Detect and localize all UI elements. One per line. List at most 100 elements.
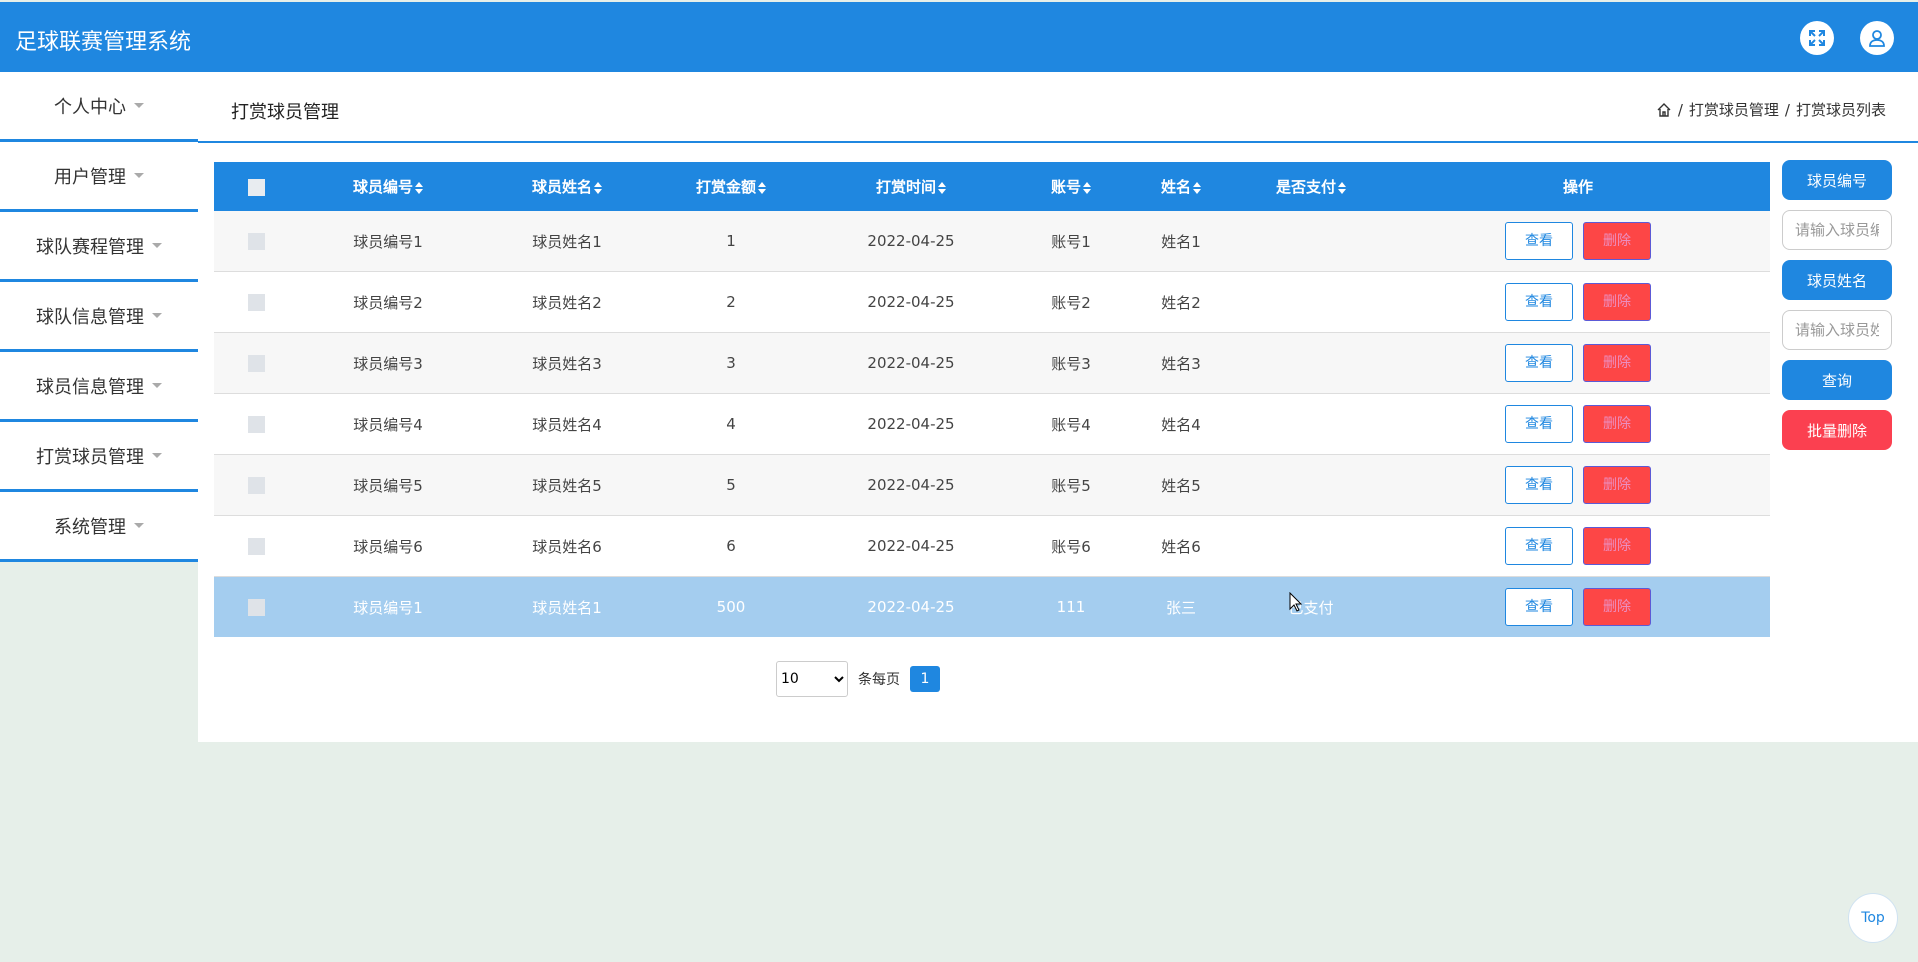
delete-button[interactable]: 删除 <box>1583 222 1651 260</box>
user-icon <box>1869 30 1885 47</box>
caret-down-icon <box>134 103 144 108</box>
view-button[interactable]: 查看 <box>1505 527 1573 565</box>
batch-delete-button[interactable]: 批量删除 <box>1782 410 1892 450</box>
table-row[interactable]: 球员编号4 球员姓名4 4 2022-04-25 账号4 姓名4 查看 删除 <box>214 393 1770 455</box>
delete-button[interactable]: 删除 <box>1583 344 1651 382</box>
row-checkbox[interactable] <box>247 538 265 555</box>
table-row[interactable]: 球员编号5 球员姓名5 5 2022-04-25 账号5 姓名5 查看 删除 <box>214 454 1770 516</box>
row-checkbox[interactable] <box>247 416 265 433</box>
caret-down-icon <box>134 523 144 528</box>
view-button[interactable]: 查看 <box>1505 466 1573 504</box>
page-title: 打赏球员管理 <box>231 102 339 123</box>
player-name-input[interactable] <box>1782 310 1892 350</box>
cell-actions: 查看 删除 <box>1386 576 1770 637</box>
cell-time: 2022-04-25 <box>806 211 1016 272</box>
table-row[interactable]: 球员编号1 球员姓名1 1 2022-04-25 账号1 姓名1 查看 删除 <box>214 211 1770 272</box>
cell-amount: 5 <box>656 454 806 516</box>
breadcrumb-separator: / <box>1784 100 1790 119</box>
delete-button[interactable]: 删除 <box>1583 466 1651 504</box>
pagination: 10 条每页 1 <box>776 661 940 697</box>
row-checkbox[interactable] <box>247 355 265 372</box>
home-icon[interactable] <box>1656 102 1672 118</box>
search-panel: 球员编号 球员姓名 查询 批量删除 <box>1782 160 1892 460</box>
column-header[interactable]: 球员编号 <box>298 162 478 211</box>
delete-button[interactable]: 删除 <box>1583 405 1651 443</box>
back-to-top-button[interactable]: Top <box>1848 893 1898 943</box>
sidebar-item-personal-center[interactable]: 个人中心 <box>0 72 198 142</box>
cell-player-name: 球员姓名6 <box>478 515 656 577</box>
page-size-select[interactable]: 10 <box>776 661 848 697</box>
cell-account: 账号6 <box>1016 515 1126 577</box>
column-header[interactable]: 打赏时间 <box>806 162 1016 211</box>
row-checkbox[interactable] <box>247 599 265 616</box>
table-row[interactable]: 球员编号2 球员姓名2 2 2022-04-25 账号2 姓名2 查看 删除 <box>214 271 1770 333</box>
column-header[interactable]: 打赏金额 <box>656 162 806 211</box>
breadcrumb-separator: / <box>1677 100 1683 119</box>
cell-amount: 500 <box>656 576 806 637</box>
delete-button[interactable]: 删除 <box>1583 283 1651 321</box>
user-menu-button[interactable] <box>1860 21 1894 55</box>
cell-actions: 查看 删除 <box>1386 271 1770 333</box>
sort-icon <box>1193 181 1201 194</box>
sidebar-item-user-management[interactable]: 用户管理 <box>0 142 198 212</box>
sort-icon <box>1083 181 1091 194</box>
view-button[interactable]: 查看 <box>1505 344 1573 382</box>
cell-player-no: 球员编号1 <box>298 576 478 637</box>
row-checkbox[interactable] <box>247 477 265 494</box>
sidebar-item-system[interactable]: 系统管理 <box>0 492 198 562</box>
cell-time: 2022-04-25 <box>806 454 1016 516</box>
row-checkbox[interactable] <box>247 294 265 311</box>
table-row[interactable]: 球员编号3 球员姓名3 3 2022-04-25 账号3 姓名3 查看 删除 <box>214 332 1770 394</box>
view-button[interactable]: 查看 <box>1505 283 1573 321</box>
sidebar-item-team-info[interactable]: 球队信息管理 <box>0 282 198 352</box>
breadcrumb-item[interactable]: 打赏球员管理 <box>1689 99 1779 120</box>
column-header[interactable]: 账号 <box>1016 162 1126 211</box>
sort-icon <box>594 181 602 194</box>
cell-person: 姓名1 <box>1126 211 1236 272</box>
cell-account: 账号2 <box>1016 271 1126 333</box>
cell-account: 账号3 <box>1016 332 1126 394</box>
view-button[interactable]: 查看 <box>1505 405 1573 443</box>
cell-player-no: 球员编号2 <box>298 271 478 333</box>
sidebar: 个人中心 用户管理 球队赛程管理 球队信息管理 球员信息管理 打赏球员管理 系统… <box>0 72 198 562</box>
sidebar-item-player-rewards[interactable]: 打赏球员管理 <box>0 422 198 492</box>
player-name-label: 球员姓名 <box>1782 260 1892 300</box>
cell-player-name: 球员姓名1 <box>478 211 656 272</box>
column-header[interactable]: 姓名 <box>1126 162 1236 211</box>
cell-amount: 4 <box>656 393 806 455</box>
cell-account: 账号1 <box>1016 211 1126 272</box>
view-button[interactable]: 查看 <box>1505 222 1573 260</box>
cell-person: 姓名6 <box>1126 515 1236 577</box>
cell-actions: 查看 删除 <box>1386 454 1770 516</box>
cell-amount: 1 <box>656 211 806 272</box>
delete-button[interactable]: 删除 <box>1583 527 1651 565</box>
cell-time: 2022-04-25 <box>806 332 1016 394</box>
data-table: 球员编号 球员姓名 打赏金额 打赏时间 账号 姓名 是否支付 操作 球员编号1 … <box>214 162 1770 637</box>
sort-icon <box>1338 181 1346 194</box>
column-header[interactable]: 是否支付 <box>1236 162 1386 211</box>
table-row[interactable]: 球员编号1 球员姓名1 500 2022-04-25 111 张三 已支付 查看… <box>214 576 1770 637</box>
delete-button[interactable]: 删除 <box>1583 588 1651 626</box>
select-all-checkbox[interactable] <box>214 162 298 211</box>
page-number-button[interactable]: 1 <box>910 666 940 692</box>
view-button[interactable]: 查看 <box>1505 588 1573 626</box>
cell-actions: 查看 删除 <box>1386 393 1770 455</box>
query-button[interactable]: 查询 <box>1782 360 1892 400</box>
cell-actions: 查看 删除 <box>1386 211 1770 272</box>
cell-player-name: 球员姓名4 <box>478 393 656 455</box>
sort-icon <box>758 181 766 194</box>
fullscreen-button[interactable] <box>1800 21 1834 55</box>
cell-paid <box>1236 454 1386 516</box>
table-row[interactable]: 球员编号6 球员姓名6 6 2022-04-25 账号6 姓名6 查看 删除 <box>214 515 1770 577</box>
cell-player-no: 球员编号3 <box>298 332 478 394</box>
cell-paid <box>1236 271 1386 333</box>
cell-amount: 3 <box>656 332 806 394</box>
app-title: 足球联赛管理系统 <box>15 30 192 55</box>
column-header[interactable]: 球员姓名 <box>478 162 656 211</box>
cell-player-no: 球员编号5 <box>298 454 478 516</box>
row-checkbox[interactable] <box>247 233 265 250</box>
cell-actions: 查看 删除 <box>1386 515 1770 577</box>
sidebar-item-team-schedule[interactable]: 球队赛程管理 <box>0 212 198 282</box>
sidebar-item-player-info[interactable]: 球员信息管理 <box>0 352 198 422</box>
player-no-input[interactable] <box>1782 210 1892 250</box>
